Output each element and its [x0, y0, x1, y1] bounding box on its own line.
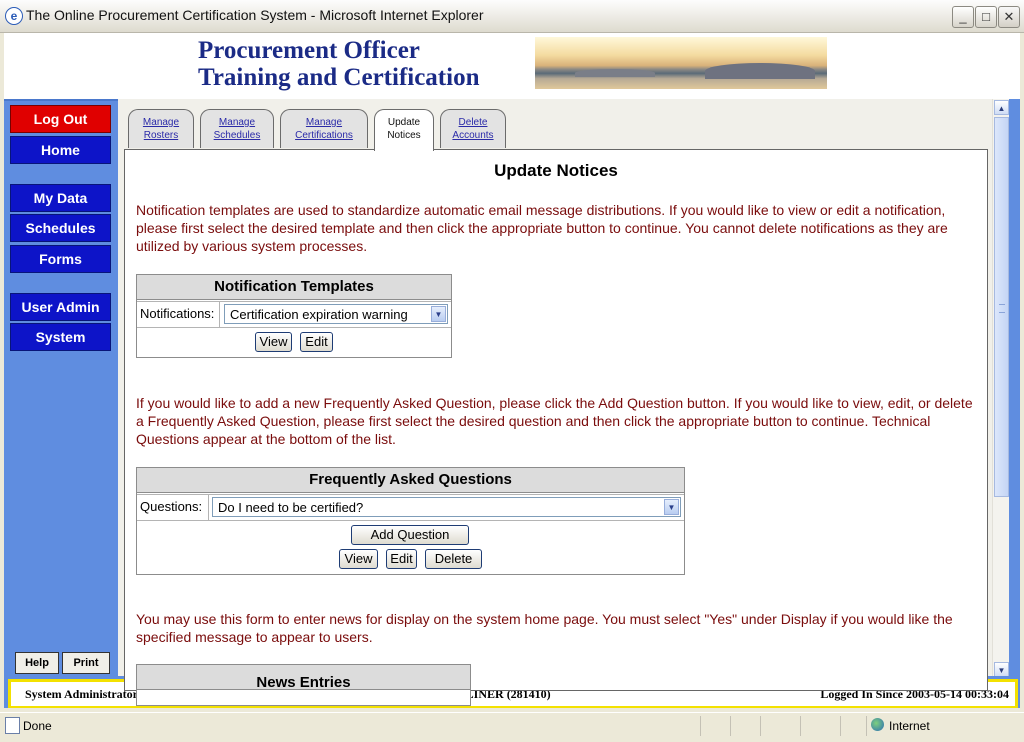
news-entries-header: News Entries [137, 665, 470, 691]
vertical-scrollbar[interactable]: ▲ ▼ [992, 99, 1010, 679]
zone-text: Internet [889, 719, 930, 733]
faq-delete-button[interactable]: Delete [425, 549, 482, 569]
banner-title-line1: Procurement Officer [198, 37, 420, 64]
news-entries-box: News Entries [136, 664, 471, 706]
home-button[interactable]: Home [10, 136, 111, 164]
questions-select[interactable]: Do I need to be certified? ▼ [212, 497, 681, 517]
help-button[interactable]: Help [15, 652, 59, 674]
banner-title: Procurement Officer Training and Certifi… [198, 37, 479, 91]
faq-intro-text: If you would like to add a new Frequentl… [136, 395, 973, 447]
notification-edit-button[interactable]: Edit [300, 332, 333, 352]
notifications-select-value: Certification expiration warning [230, 307, 408, 322]
status-text: Done [23, 719, 52, 733]
scroll-thumb[interactable] [994, 117, 1009, 497]
close-icon[interactable]: ✕ [998, 6, 1020, 28]
tab-manage-rosters[interactable]: Manage Rosters [128, 109, 194, 148]
logout-button[interactable]: Log Out [10, 105, 111, 133]
sidebar: Log Out Home My Data Schedules Forms Use… [4, 99, 118, 681]
forms-button[interactable]: Forms [10, 245, 111, 273]
notification-intro-text: Notification templates are used to stand… [136, 202, 948, 254]
tab-manage-certifications[interactable]: Manage Certifications [280, 109, 368, 148]
browser-status-bar: Done Internet [0, 712, 1024, 739]
main-pane: Manage Rosters Manage Schedules Manage Cert… [118, 99, 992, 706]
banner-photo [535, 37, 827, 89]
questions-select-value: Do I need to be certified? [218, 500, 364, 515]
title-bar: e The Online Procurement Certification S… [0, 0, 1024, 33]
tab-manage-schedules[interactable]: Manage Schedules [200, 109, 274, 148]
system-button[interactable]: System [10, 323, 111, 351]
tab-delete-accounts[interactable]: Delete Accounts [440, 109, 506, 148]
faq-view-button[interactable]: View [339, 549, 378, 569]
page-content: Procurement Officer Training and Certifi… [4, 33, 1020, 708]
schedules-button[interactable]: Schedules [10, 214, 111, 242]
ie-icon: e [5, 7, 23, 25]
chevron-down-icon[interactable]: ▼ [664, 499, 679, 515]
notification-templates-header: Notification Templates [137, 275, 451, 300]
scroll-up-icon[interactable]: ▲ [994, 100, 1009, 115]
faq-header: Frequently Asked Questions [137, 468, 684, 493]
banner-title-line2: Training and Certification [198, 64, 480, 91]
tab-update-notices[interactable]: Update Notices [374, 109, 434, 151]
right-edge [1009, 99, 1020, 679]
page-title: Update Notices [494, 161, 618, 180]
minimize-icon[interactable]: _ [952, 6, 974, 28]
print-button[interactable]: Print [62, 652, 110, 674]
faq-edit-button[interactable]: Edit [386, 549, 417, 569]
maximize-icon[interactable]: □ [975, 6, 997, 28]
window-title: The Online Procurement Certification Sys… [26, 7, 484, 23]
site-banner: Procurement Officer Training and Certifi… [4, 33, 1020, 99]
browser-window: e The Online Procurement Certification S… [0, 0, 1024, 742]
notification-templates-box: Notification Templates Notifications: Ce… [136, 274, 452, 358]
faq-box: Frequently Asked Questions Questions: Do… [136, 467, 685, 575]
notification-view-button[interactable]: View [255, 332, 292, 352]
notifications-select[interactable]: Certification expiration warning ▼ [224, 304, 448, 324]
user-admin-button[interactable]: User Admin [10, 293, 111, 321]
questions-label: Questions: [140, 499, 203, 514]
internet-zone-icon [871, 718, 884, 731]
page-icon [5, 717, 20, 734]
update-notices-panel: Update Notices Notification templates ar… [124, 149, 988, 706]
notifications-label: Notifications: [140, 306, 215, 321]
my-data-button[interactable]: My Data [10, 184, 111, 212]
scroll-down-icon[interactable]: ▼ [994, 662, 1009, 677]
chevron-down-icon[interactable]: ▼ [431, 306, 446, 322]
news-intro-text: You may use this form to enter news for … [136, 611, 953, 645]
add-question-button[interactable]: Add Question [351, 525, 469, 545]
